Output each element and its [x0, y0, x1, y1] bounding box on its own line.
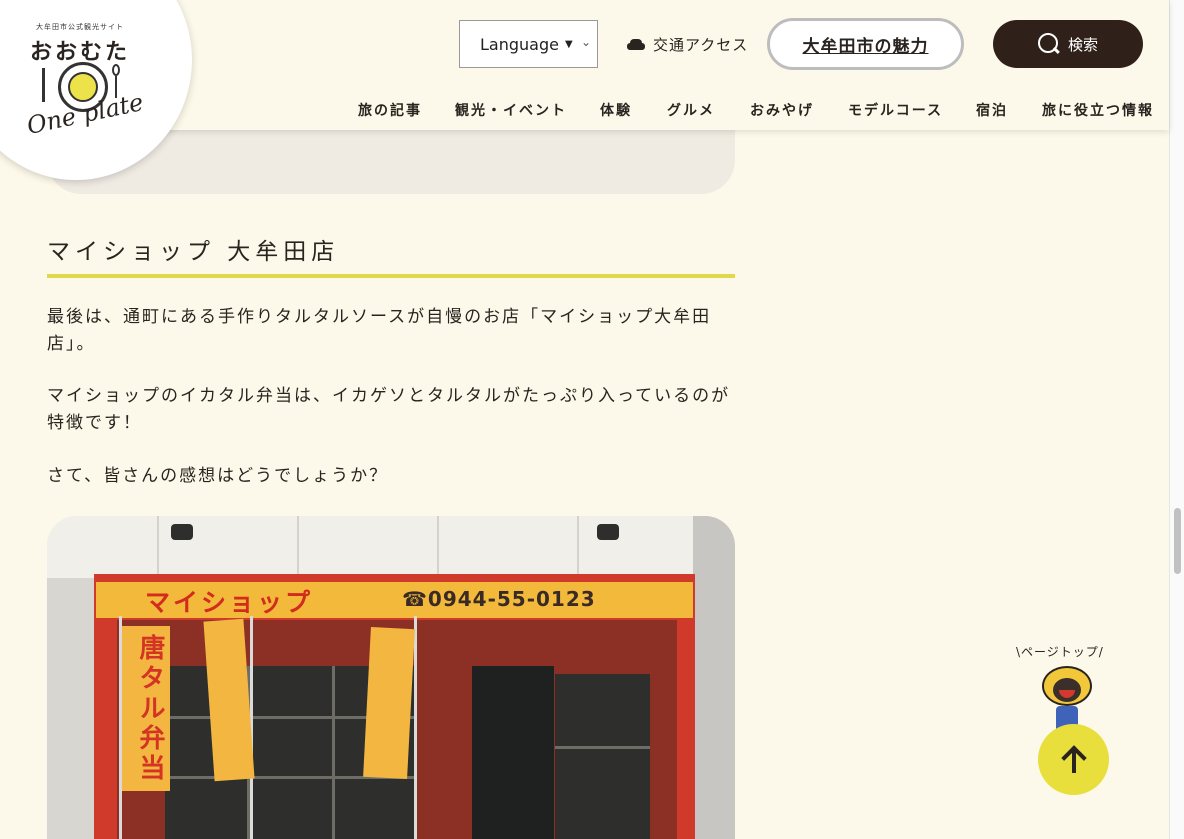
shop-photo: マイショップ ☎0944-55-0123 唐タル弁当 [47, 516, 735, 839]
search-label: 検索 [1067, 35, 1098, 54]
photo-lamp [597, 524, 619, 540]
photo-pole [414, 616, 417, 839]
photo-sign-text: マイショップ [145, 588, 314, 617]
city-charm-button[interactable]: 大牟田市の魅力 [767, 18, 964, 70]
page-top-button[interactable] [1038, 724, 1109, 795]
section-title: マイショップ 大牟田店 [47, 239, 340, 265]
photo-panel-line [297, 516, 299, 578]
nav-item-sightseeing-events[interactable]: 観光・イベント [455, 100, 567, 120]
photo-flag-text: 唐タル弁当 [135, 634, 165, 784]
photo-door [472, 666, 554, 839]
photo-panel-line [157, 516, 159, 578]
photo-panel-line [437, 516, 439, 578]
fork-icon [42, 68, 45, 102]
logo-subtitle: 大牟田市公式観光サイト [36, 23, 124, 31]
scrollbar[interactable] [1169, 0, 1184, 839]
photo-lamp [171, 524, 193, 540]
language-select[interactable]: Language ▼ ⌄ [459, 20, 598, 68]
photo-flag: 唐タル弁当 [122, 626, 170, 791]
search-icon [1037, 33, 1060, 55]
photo-panel-line [577, 516, 579, 578]
photo-mullion [332, 666, 335, 839]
access-label: 交通アクセス [653, 36, 749, 54]
article-paragraph: 最後は、通町にある手作りタルタルソースが自慢のお店「マイショップ大牟田店」。 [47, 307, 712, 354]
article-paragraph: マイショップのイカタル弁当は、イカゲソとタルタルがたっぷり入っているのが特徴です… [47, 386, 731, 433]
city-charm-label: 大牟田市の魅力 [802, 36, 929, 57]
car-icon [627, 38, 645, 51]
article-paragraph: さて、皆さんの感想はどうでしょうか？ [47, 466, 389, 486]
nav-item-model-course[interactable]: モデルコース [848, 100, 943, 120]
nav-item-souvenirs[interactable]: おみやげ [750, 100, 814, 120]
title-underline [47, 274, 735, 278]
photo-phone-text: ☎0944-55-0123 [402, 587, 596, 611]
nav-item-lodging[interactable]: 宿泊 [976, 100, 1008, 120]
photo-left-building [47, 578, 99, 839]
language-label: Language [480, 34, 559, 54]
access-link[interactable]: 交通アクセス [627, 34, 748, 55]
caret-down-icon: ▼ [564, 38, 573, 50]
nav-item-gourmet[interactable]: グルメ [667, 100, 715, 120]
photo-window [555, 674, 650, 839]
pagetop-label: \ページトップ/ [1016, 645, 1104, 659]
photo-flag [363, 626, 415, 780]
search-button[interactable]: 検索 [993, 20, 1143, 68]
nav-item-travel-info[interactable]: 旅に役立つ情報 [1042, 100, 1154, 120]
photo-mullion [555, 746, 650, 749]
photo-right-building [693, 516, 735, 839]
nav-item-experience[interactable]: 体験 [600, 100, 632, 120]
chevron-down-icon: ⌄ [580, 35, 591, 49]
scrollbar-thumb[interactable] [1174, 508, 1181, 574]
photo-wall [47, 516, 735, 578]
arrow-up-icon [1062, 747, 1086, 773]
nav-item-articles[interactable]: 旅の記事 [358, 100, 422, 120]
